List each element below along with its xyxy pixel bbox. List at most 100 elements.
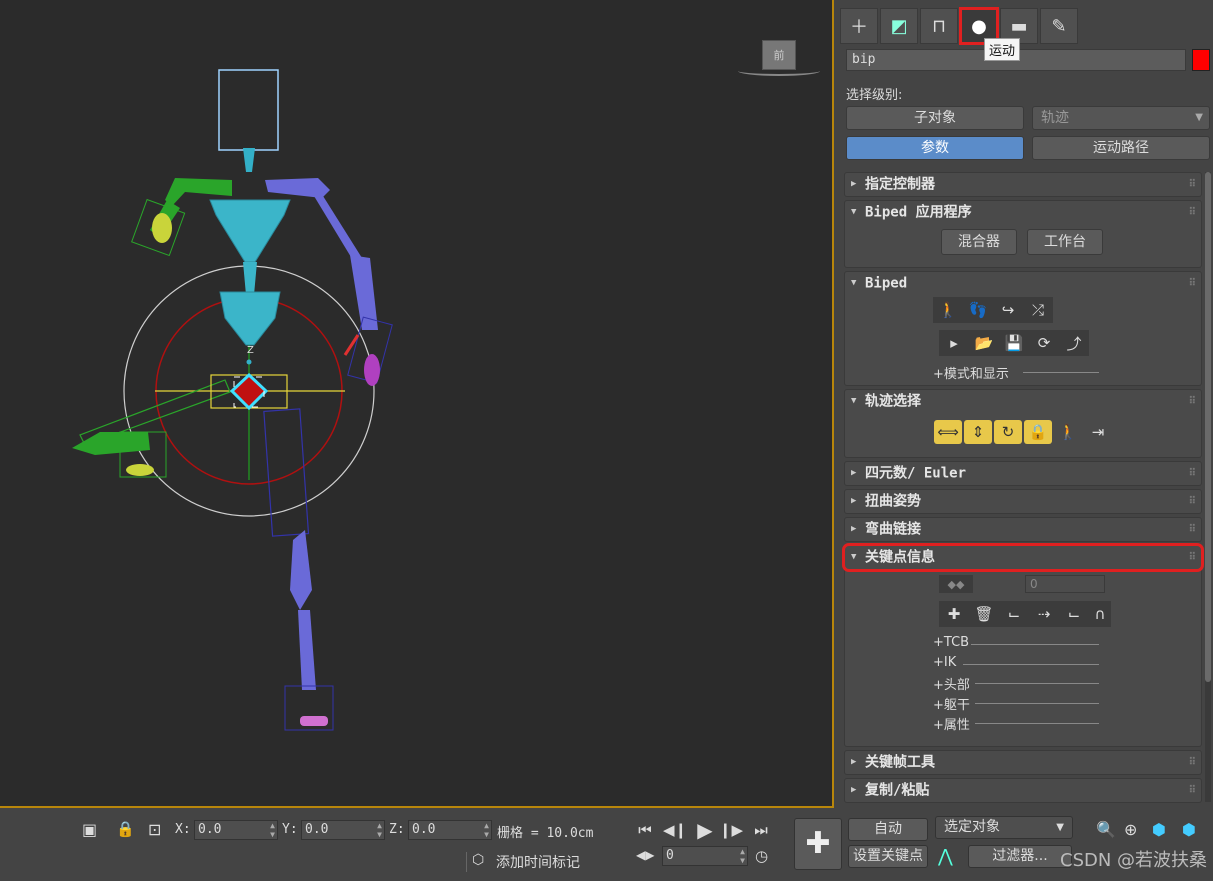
tab-modify[interactable]: ◩ <box>880 8 918 44</box>
x-coord-field[interactable]: 0.0 ▲ ▼ <box>194 820 278 840</box>
previous-frame-icon[interactable]: ◀❙ <box>662 818 688 842</box>
opposite-icon[interactable]: ⇥ <box>1083 419 1113 445</box>
move-all-icon[interactable]: ⤴ <box>1059 330 1089 356</box>
key-mode-toggle-icon[interactable]: ◀▶ <box>636 848 654 862</box>
scrollbar-thumb[interactable] <box>1205 172 1211 682</box>
set-free-key-icon[interactable]: ⌙ <box>1059 601 1089 627</box>
divider <box>975 723 1099 724</box>
grip-icon[interactable]: ⠿ <box>1189 272 1196 295</box>
set-key-button[interactable]: 设置关键点 <box>848 845 928 868</box>
convert-icon[interactable]: ⟳ <box>1029 330 1059 356</box>
body-horizontal-icon[interactable]: ⟺ <box>934 420 962 444</box>
zoom-icon[interactable]: 🔍 <box>1096 820 1116 839</box>
time-tag-icon: ⬡ <box>472 852 485 868</box>
sub-object-button[interactable]: 子对象 <box>846 106 1024 130</box>
symmetrical-icon[interactable]: 🚶 <box>1053 419 1083 445</box>
rollout-list: ▶ 指定控制器 ⠿ ▼ Biped 应用程序 ⠿ 混合器 工作台 ▼ Biped ⠿ 🚶 👣… <box>842 172 1204 806</box>
rollout-key-info: ▼ 关键点信息 ⠿ ◆◆ 0 ✚ 🗑 ⌙ ⇢ ⌙ ∩ +TCB +IK +头部 … <box>842 543 1204 747</box>
lock-selection-icon[interactable]: 🔒 <box>116 820 135 838</box>
spinner-arrows-icon[interactable]: ▲ ▼ <box>484 821 489 839</box>
grip-icon[interactable]: ⠿ <box>1189 779 1196 802</box>
go-to-start-icon[interactable]: ⏮ <box>632 818 658 842</box>
key-filters-icon[interactable]: ⋀ <box>938 846 953 867</box>
tab-utilities[interactable]: ✎ <box>1040 8 1078 44</box>
y-coord-field[interactable]: 0.0 ▲ ▼ <box>301 820 385 840</box>
grip-icon[interactable]: ⠿ <box>1189 462 1196 485</box>
parameters-button[interactable]: 参数 <box>846 136 1024 160</box>
spine-shape <box>243 262 257 295</box>
rollout-keyframe-tools[interactable]: ▶ 关键帧工具 ⠿ <box>844 750 1202 775</box>
mixer-button[interactable]: 混合器 <box>941 229 1017 255</box>
trajectory-dropdown[interactable]: 轨迹 ▼ <box>1032 106 1210 130</box>
key-sub-props[interactable]: +属性 <box>933 714 970 733</box>
zoom-extents-all-icon[interactable]: ⬢ <box>1182 820 1196 839</box>
spinner-arrows-icon[interactable]: ▲ ▼ <box>377 821 382 839</box>
spinner-arrows-icon[interactable]: ▲ ▼ <box>740 847 745 865</box>
motion-flow-icon[interactable]: ↪ <box>993 297 1023 323</box>
expand-arrow-icon: ▶ <box>851 179 857 189</box>
body-vertical-icon[interactable]: ⇕ <box>964 420 992 444</box>
time-config-icon[interactable]: ◷ <box>755 847 768 865</box>
lock-com-icon[interactable]: 🔒 <box>1024 420 1052 444</box>
add-time-tag-button[interactable]: 添加时间标记 <box>496 852 580 872</box>
rollout-twist-poses[interactable]: ▶ 扭曲姿势 ⠿ <box>844 489 1202 514</box>
grip-icon[interactable]: ⠿ <box>1189 490 1196 513</box>
body-rotation-icon[interactable]: ↻ <box>994 420 1022 444</box>
biped-tools-row-2: ▸ 📂 💾 ⟳ ⤴ <box>939 330 1089 356</box>
load-file-icon[interactable]: 📂 <box>969 330 999 356</box>
figure-mode-icon[interactable]: 🚶 <box>933 297 963 323</box>
prev-next-key-icon[interactable]: ◆◆ <box>939 575 973 593</box>
set-sliding-key-icon[interactable]: ⇢ <box>1029 601 1059 627</box>
mixer-mode-icon[interactable]: ⤮ <box>1023 297 1053 323</box>
grip-icon[interactable]: ⠿ <box>1189 173 1196 196</box>
current-frame-field[interactable]: 0 ▲ ▼ <box>662 846 748 866</box>
mode-display-toggle[interactable]: +模式和显示 <box>933 363 1009 382</box>
motion-paths-button[interactable]: 运动路径 <box>1032 136 1210 160</box>
set-keys-icon[interactable]: ✚ <box>794 818 842 870</box>
isolate-selection-icon[interactable]: ▣ <box>82 820 97 839</box>
key-sub-ik[interactable]: +IK <box>933 655 956 670</box>
rollout-quaternion[interactable]: ▶ 四元数/ Euler ⠿ <box>844 461 1202 486</box>
workbench-button[interactable]: 工作台 <box>1027 229 1103 255</box>
delete-key-icon[interactable]: 🗑 <box>969 601 999 627</box>
rollout-copy-paste[interactable]: ▶ 复制/粘贴 ⠿ <box>844 778 1202 803</box>
auto-key-button[interactable]: 自动 <box>848 818 928 841</box>
next-frame-icon[interactable]: ❙▶ <box>718 818 744 842</box>
panel-scrollbar[interactable] <box>1205 172 1211 802</box>
grip-icon[interactable]: ⠿ <box>1189 751 1196 774</box>
tab-hierarchy[interactable]: ⊓ <box>920 8 958 44</box>
footstep-mode-icon[interactable]: 👣 <box>963 297 993 323</box>
key-filters-button[interactable]: 过滤器... <box>968 845 1072 868</box>
grip-icon[interactable]: ⠿ <box>1189 390 1196 413</box>
zoom-extents-icon[interactable]: ⬢ <box>1152 820 1166 839</box>
z-coord-field[interactable]: 0.0 ▲ ▼ <box>408 820 492 840</box>
viewcube-ring[interactable] <box>738 66 820 76</box>
perspective-viewport[interactable]: Z 前 <box>0 0 834 808</box>
key-sub-body[interactable]: +躯干 <box>933 694 970 713</box>
zoom-all-icon[interactable]: ⊕ <box>1124 820 1137 839</box>
grip-icon[interactable]: ⠿ <box>1189 201 1196 224</box>
head-box <box>218 69 279 151</box>
grip-icon[interactable]: ⠿ <box>1189 546 1196 569</box>
key-number-spinner[interactable]: 0 <box>1025 575 1105 593</box>
key-number-value: 0 <box>1030 577 1038 591</box>
play-icon[interactable]: ▶ <box>692 818 718 842</box>
object-color-swatch[interactable] <box>1192 49 1210 71</box>
trajectory-icon[interactable]: ∩ <box>1089 601 1111 627</box>
tab-create[interactable]: ＋ <box>840 8 878 44</box>
rollout-assign-controller[interactable]: ▶ 指定控制器 ⠿ <box>844 172 1202 197</box>
set-key-icon[interactable]: ✚ <box>939 601 969 627</box>
go-to-end-icon[interactable]: ⏭ <box>748 818 774 842</box>
grip-icon[interactable]: ⠿ <box>1189 518 1196 541</box>
set-planted-key-icon[interactable]: ⌙ <box>999 601 1029 627</box>
x-coord-value: 0.0 <box>198 822 222 837</box>
selection-set-dropdown[interactable]: 选定对象 ▼ <box>935 816 1073 839</box>
spinner-arrows-icon[interactable]: ▲ ▼ <box>270 821 275 839</box>
rollout-bend-links[interactable]: ▶ 弯曲链接 ⠿ <box>844 517 1202 542</box>
biped-playback-icon[interactable]: ▸ <box>939 330 969 356</box>
right-forearm-lower <box>350 255 378 330</box>
save-file-icon[interactable]: 💾 <box>999 330 1029 356</box>
absolute-mode-icon[interactable]: ⊡ <box>148 820 161 839</box>
key-sub-head[interactable]: +头部 <box>933 674 970 693</box>
key-sub-tcb[interactable]: +TCB <box>933 635 969 650</box>
